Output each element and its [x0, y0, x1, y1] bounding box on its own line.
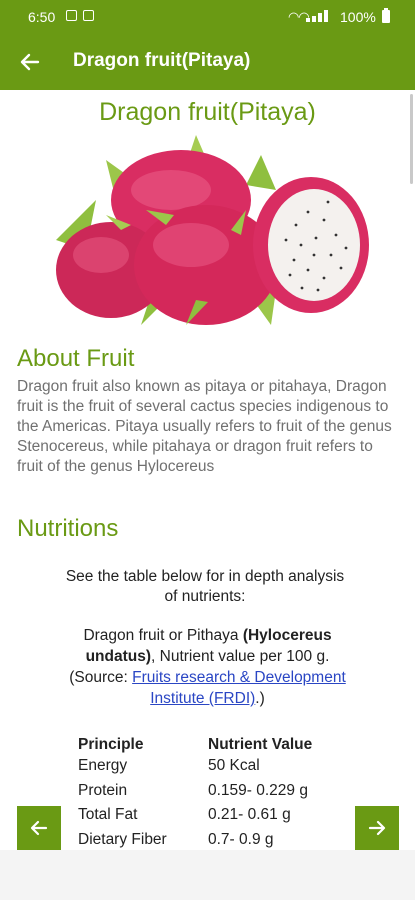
nutrition-table: Principle Nutrient Value Energy 50 Kcal … [78, 732, 312, 850]
table-header: Nutrient Value [208, 735, 313, 753]
arrow-left-icon [20, 53, 40, 71]
status-time: 6:50 [28, 9, 56, 25]
app-bar-title: Dragon fruit(Pitaya) [73, 50, 251, 71]
table-row: Protein 0.159- 0.229 g [78, 782, 312, 807]
battery-level: 100% [340, 9, 376, 25]
sim-notification-icon [83, 10, 94, 21]
status-bar: 6:50 ◠◠ 100% [0, 0, 415, 34]
nutrition-intro: See the table below for in depth analysi… [65, 568, 345, 605]
table-cell: Dietary Fiber [78, 830, 167, 848]
fruit-detail-content[interactable]: Dragon fruit(Pitaya) About Fruit Dragon … [0, 90, 415, 850]
table-cell: 0.159- 0.229 g [208, 781, 308, 799]
arrow-left-icon [30, 820, 48, 836]
next-fruit-button[interactable] [355, 806, 399, 850]
about-text: Dragon fruit also known as pitaya or pit… [17, 378, 392, 475]
battery-icon [382, 8, 390, 23]
nutrition-description: Dragon fruit or Pithaya (Hylocereus unda… [60, 625, 355, 709]
nutrition-heading: Nutritions [17, 515, 119, 542]
source-link[interactable]: Fruits research & Development Institute … [132, 669, 346, 707]
table-cell: 0.7- 0.9 g [208, 830, 274, 848]
table-cell: Protein [78, 781, 128, 799]
dragon-fruit-image [56, 135, 369, 325]
table-cell: 0.21- 0.61 g [208, 806, 291, 823]
table-row: Dietary Fiber 0.7- 0.9 g [78, 831, 312, 851]
desc-suffix: .) [255, 690, 265, 707]
table-row: Energy 50 Kcal [78, 757, 312, 782]
table-cell: Total Fat [78, 806, 138, 823]
arrow-right-icon [368, 820, 386, 836]
gallery-notification-icon [66, 10, 77, 21]
signal-icon [306, 10, 332, 22]
previous-fruit-button[interactable] [17, 806, 61, 850]
table-header: Principle [78, 735, 144, 753]
about-heading: About Fruit [17, 345, 135, 372]
table-cell: 50 Kcal [208, 757, 260, 774]
table-cell: Energy [78, 757, 128, 774]
page-title: Dragon fruit(Pitaya) [99, 98, 316, 126]
back-button[interactable] [16, 48, 44, 76]
table-header-row: Principle Nutrient Value [78, 732, 312, 757]
bottom-area [0, 850, 415, 900]
desc-prefix: Dragon fruit or Pithaya [83, 627, 239, 644]
app-bar: Dragon fruit(Pitaya) [0, 34, 415, 90]
table-row: Total Fat 0.21- 0.61 g [78, 806, 312, 831]
